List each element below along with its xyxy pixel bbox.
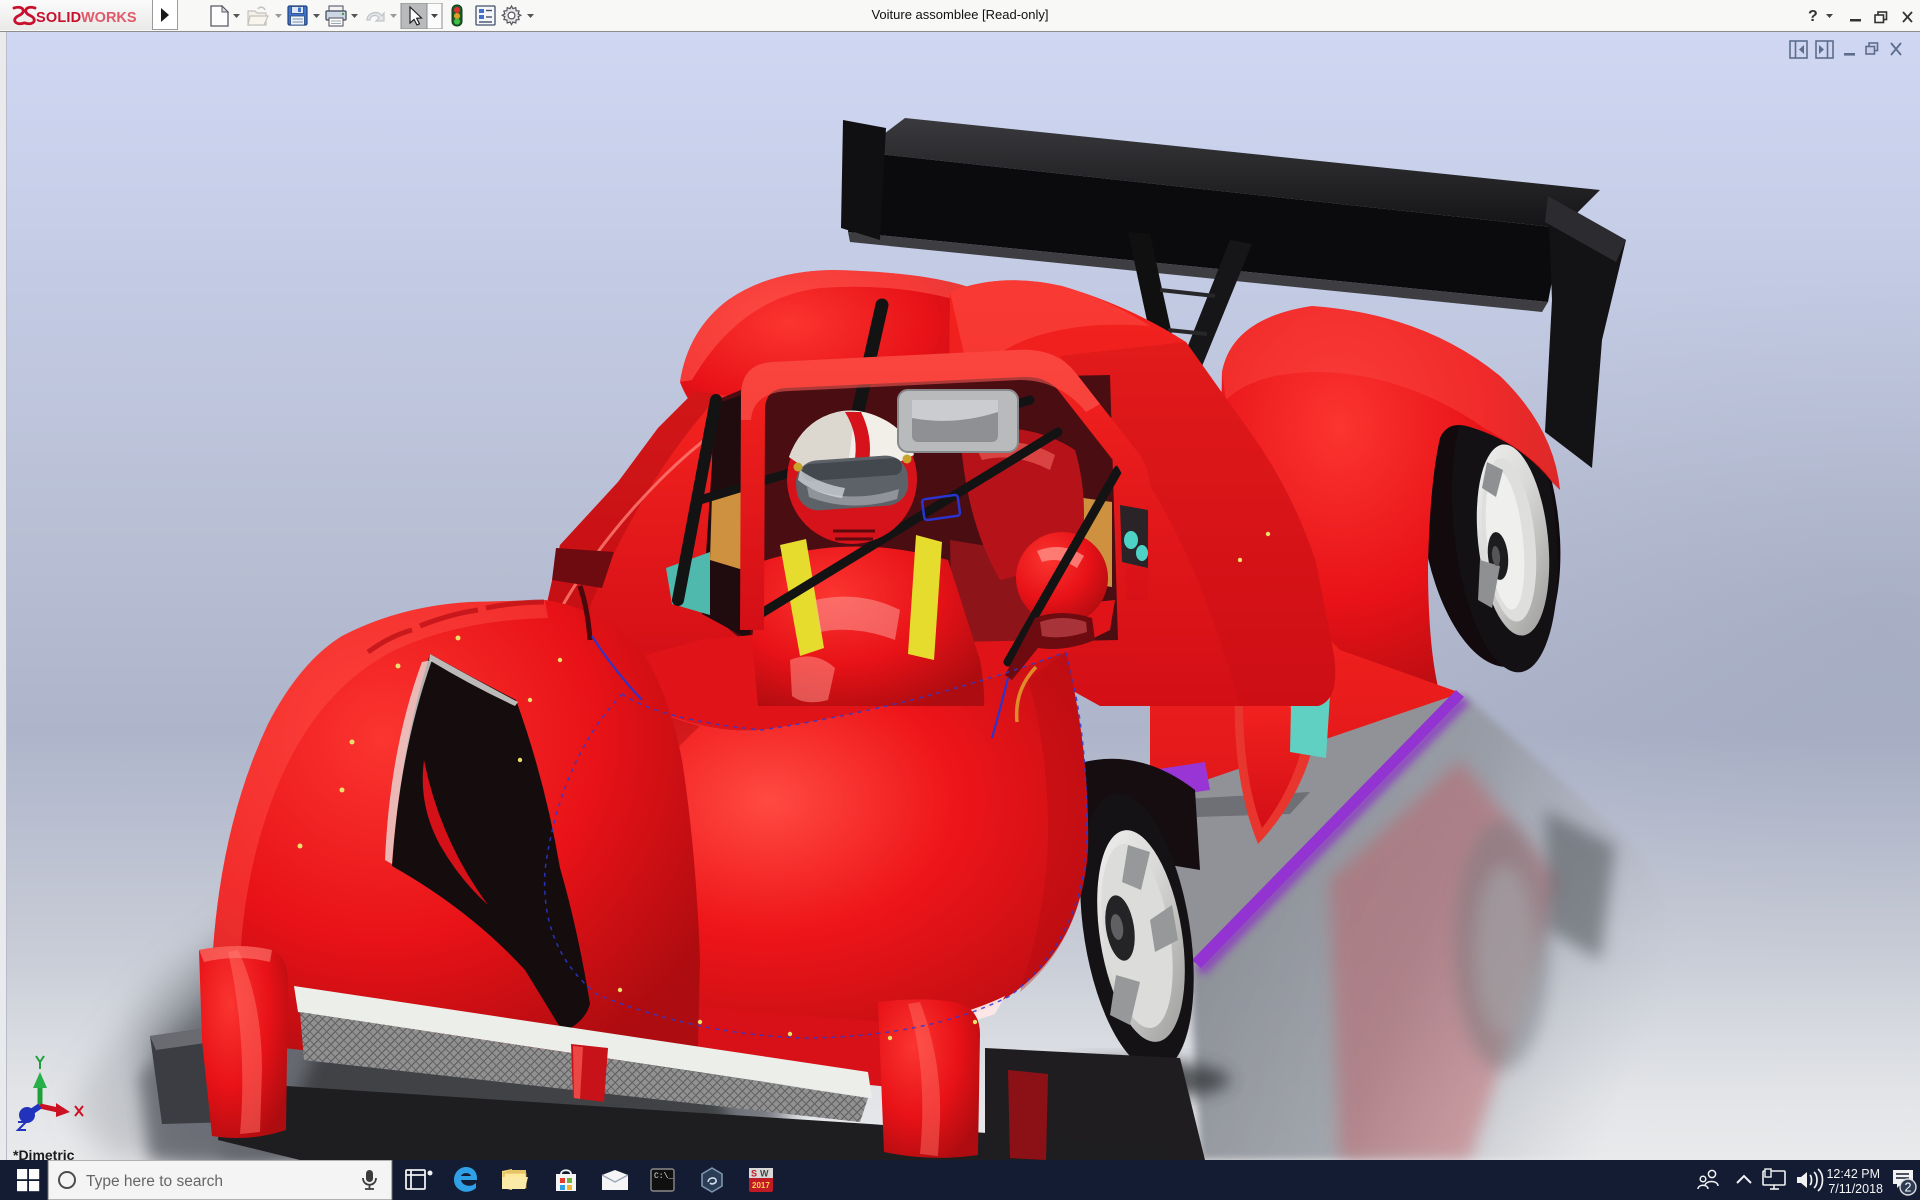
svg-text:2: 2 <box>1905 1181 1912 1195</box>
svg-text:*Dimetric: *Dimetric <box>13 1147 75 1160</box>
svg-text:W: W <box>760 1169 769 1179</box>
svg-text:?: ? <box>1808 8 1818 25</box>
svg-text:C:\_: C:\_ <box>654 1172 673 1181</box>
svg-text:12:42 PM: 12:42 PM <box>1826 1167 1880 1181</box>
svg-text:S: S <box>751 1169 757 1179</box>
svg-text:7/11/2018: 7/11/2018 <box>1828 1182 1883 1196</box>
svg-text:Type here to search: Type here to search <box>86 1173 223 1190</box>
svg-text:2017: 2017 <box>752 1181 770 1190</box>
